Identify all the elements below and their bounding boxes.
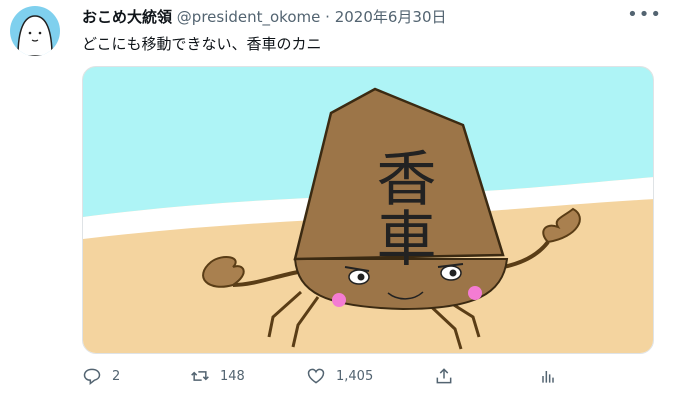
- tweet-header: おこめ大統領 @president_okome · 2020年6月30日: [82, 6, 447, 27]
- tweet-date[interactable]: 2020年6月30日: [335, 8, 447, 26]
- retweet-count: 148: [220, 368, 245, 384]
- avatar-image: [17, 15, 53, 56]
- retweet-icon: [191, 371, 209, 381]
- avatar[interactable]: [10, 6, 60, 56]
- analytics-icon: [542, 371, 554, 383]
- reply-button[interactable]: 2: [82, 366, 120, 386]
- crab-illustration: 香車: [83, 67, 653, 353]
- piece-inscription: 香車: [366, 147, 436, 267]
- reply-icon: [83, 368, 101, 386]
- tweet-media[interactable]: 香車: [82, 66, 654, 354]
- like-icon: [307, 368, 325, 384]
- more-icon: •••: [627, 4, 662, 25]
- author-handle[interactable]: @president_okome: [177, 8, 321, 26]
- retweet-button[interactable]: 148: [190, 366, 245, 386]
- analytics-button[interactable]: [538, 366, 568, 386]
- share-icon: [436, 368, 452, 384]
- like-count: 1,405: [336, 368, 374, 384]
- reply-count: 2: [112, 368, 121, 384]
- tweet-actions: 2 148 1,405: [82, 366, 582, 394]
- like-button[interactable]: 1,405: [306, 366, 373, 386]
- meta-separator: ·: [325, 8, 330, 26]
- share-button[interactable]: [434, 366, 464, 386]
- tweet-text: どこにも移動できない、香車のカニ: [82, 35, 322, 53]
- more-options-button[interactable]: •••: [627, 4, 662, 25]
- author-name[interactable]: おこめ大統領: [82, 8, 172, 26]
